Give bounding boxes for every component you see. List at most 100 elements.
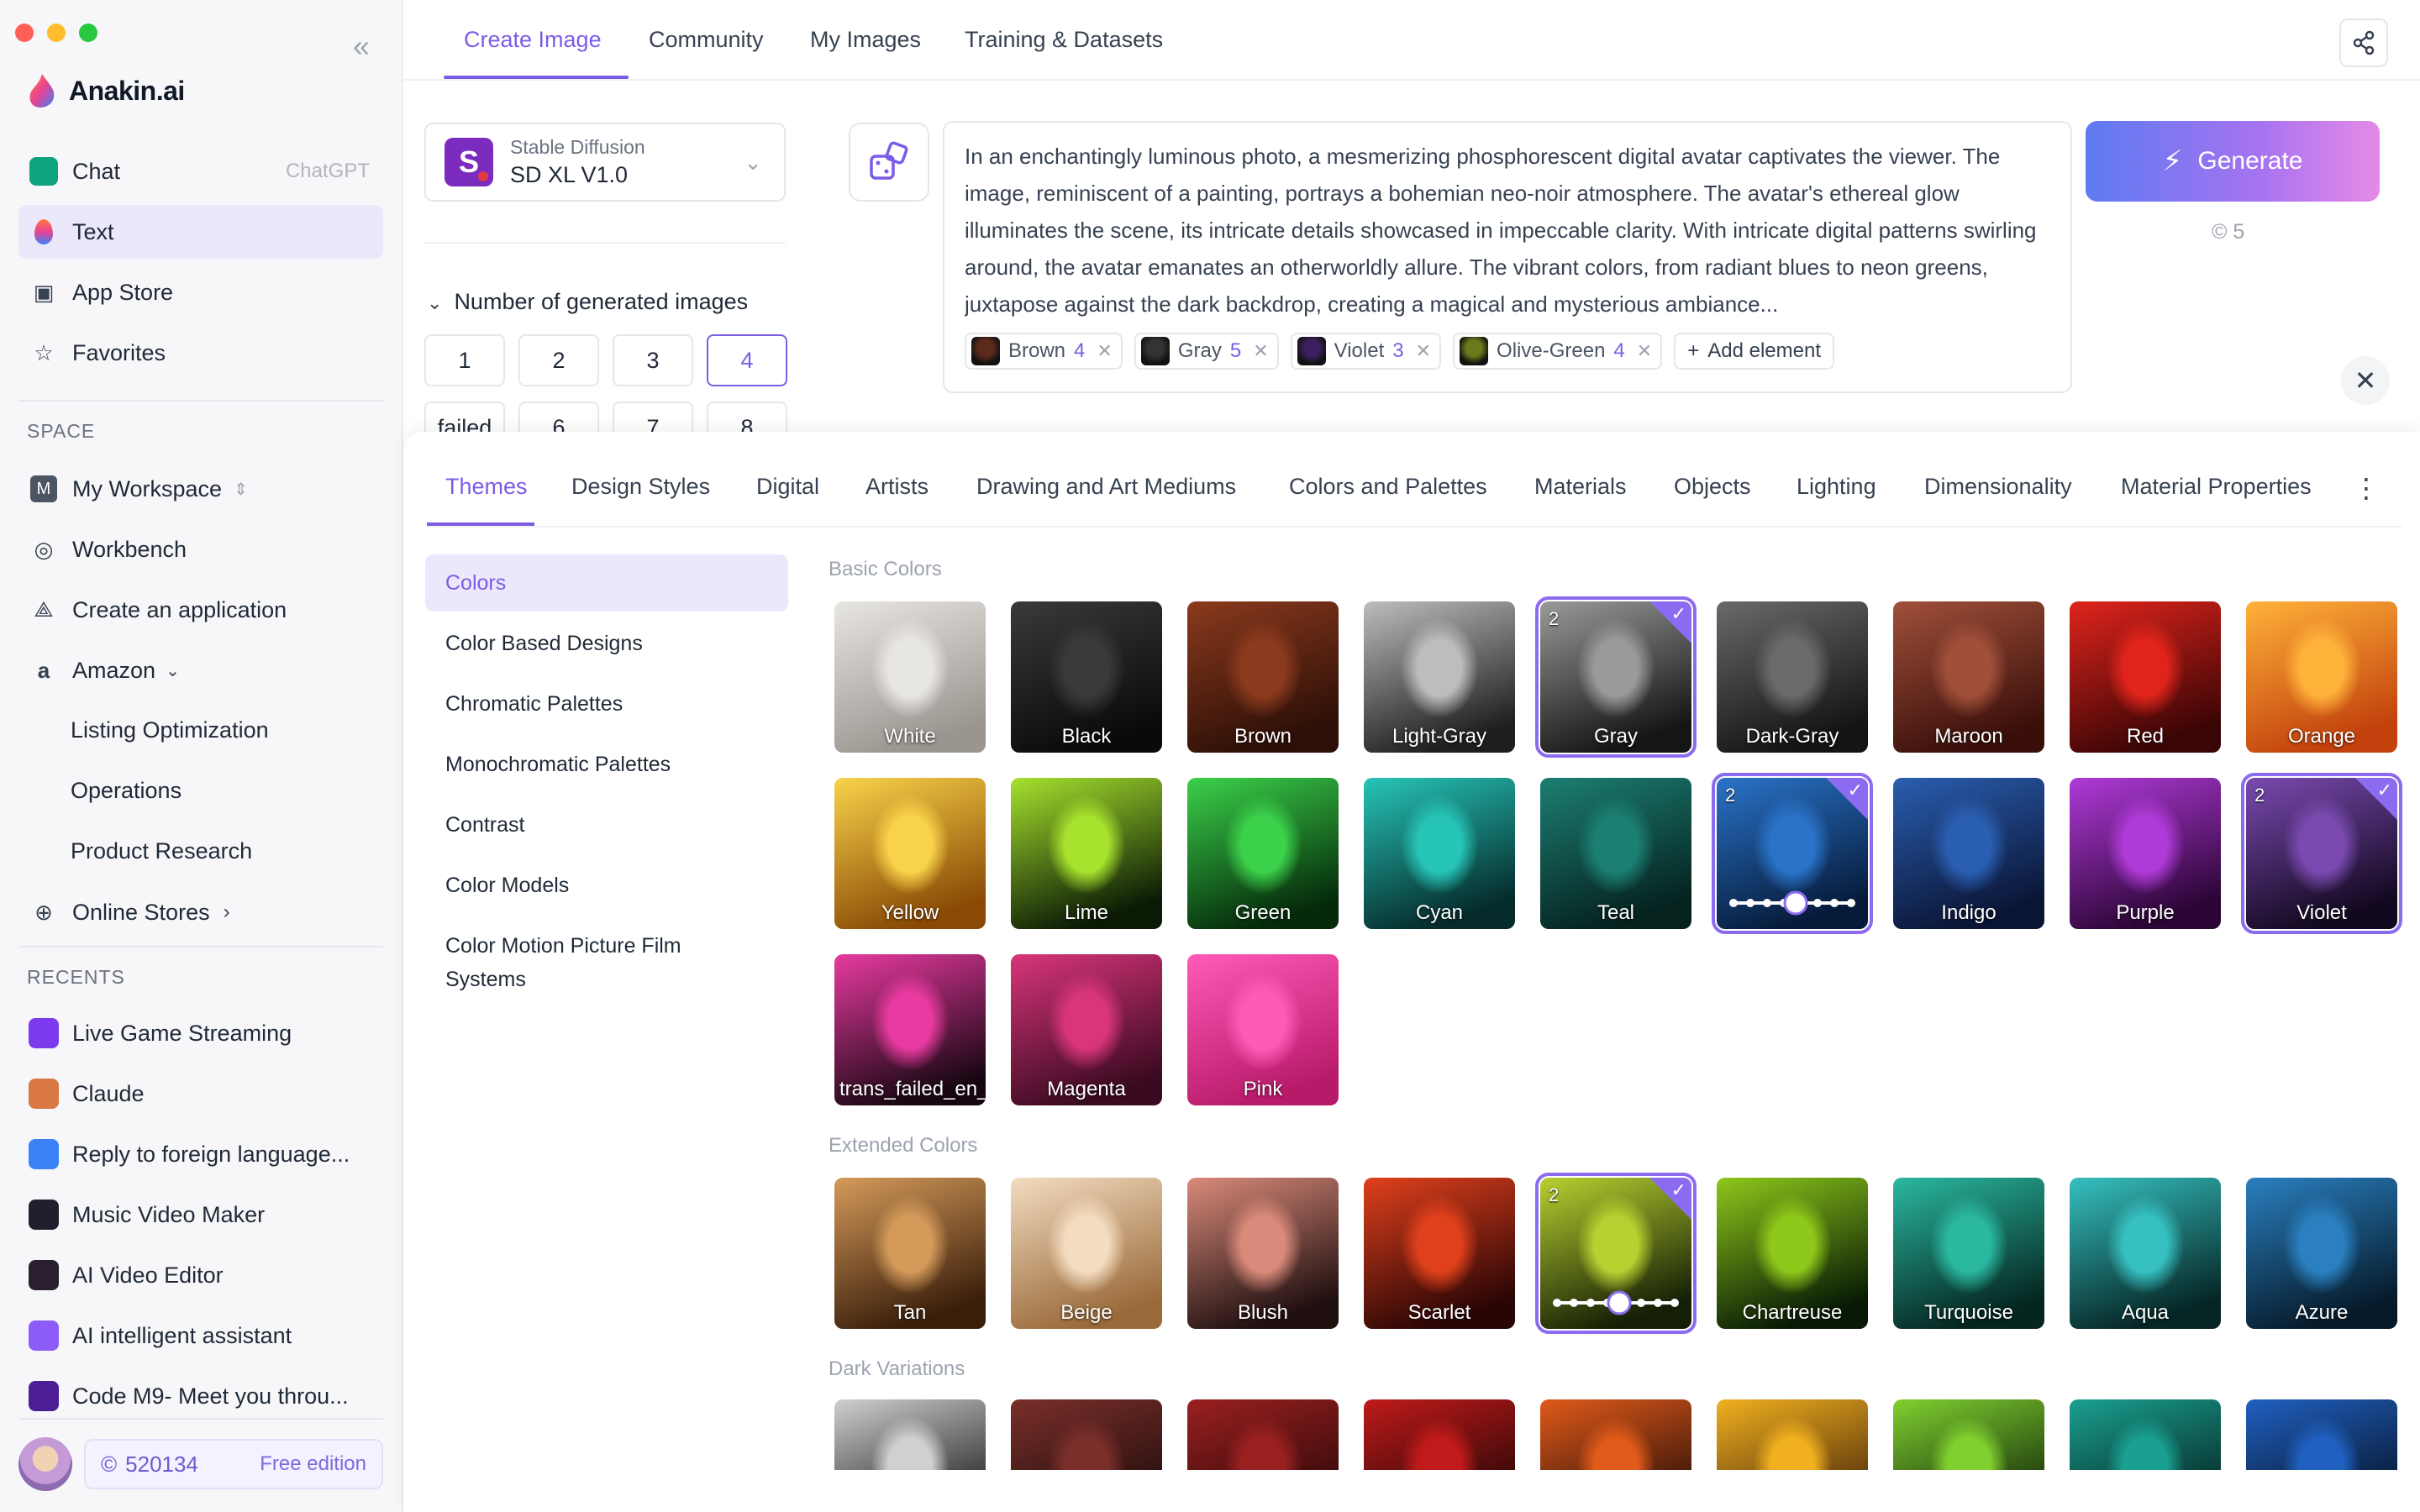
collapse-sidebar-icon[interactable]: « xyxy=(353,31,370,61)
element-tile[interactable]: trans_failed_en_Fuchsia xyxy=(834,954,986,1105)
recent-item[interactable]: Code M9- Meet you throu... xyxy=(18,1369,383,1423)
element-tile[interactable]: Azure xyxy=(2246,1178,2397,1329)
element-tile[interactable]: Green xyxy=(1187,778,1339,929)
element-tile[interactable]: Pink xyxy=(1187,954,1339,1105)
maximize-window-icon[interactable] xyxy=(79,24,97,42)
sub-category-item[interactable]: Monochromatic Palettes xyxy=(425,736,788,793)
recent-item[interactable]: AI Video Editor xyxy=(18,1248,383,1302)
sidebar-item-listing-optimization[interactable]: Listing Optimization xyxy=(71,717,269,743)
recent-item[interactable]: AI intelligent assistant xyxy=(18,1309,383,1362)
element-tile[interactable]: Black xyxy=(1011,601,1162,753)
element-tile[interactable]: Magenta xyxy=(1011,954,1162,1105)
category-tab[interactable]: Digital xyxy=(756,474,819,500)
prompt-text[interactable]: In an enchantingly luminous photo, a mes… xyxy=(965,138,2050,323)
element-tile[interactable]: 2 ✓ xyxy=(1712,773,1873,934)
element-tile[interactable]: Violet 2 ✓ xyxy=(2241,773,2402,934)
prompt-element-chip[interactable]: Brown 4 ✕ xyxy=(965,333,1123,370)
recent-item[interactable]: Claude xyxy=(18,1067,383,1121)
nav-item-online-stores[interactable]: ⊕ Online Stores › xyxy=(18,885,383,939)
credits-pill[interactable]: © 520134 Free edition xyxy=(84,1439,383,1489)
element-tile[interactable]: Cyan xyxy=(1364,778,1515,929)
num-images-label[interactable]: ⌄ Number of generated images xyxy=(427,289,748,315)
element-tile[interactable]: Dark-Gray xyxy=(1717,601,1868,753)
num-option-1[interactable]: 1 xyxy=(424,334,505,386)
remove-chip-icon[interactable]: ✕ xyxy=(1637,340,1652,362)
element-tile[interactable]: Blush xyxy=(1187,1178,1339,1329)
prompt-element-chip[interactable]: Violet 3 ✕ xyxy=(1290,333,1442,370)
prompt-element-chip[interactable]: Olive-Green 4 ✕ xyxy=(1453,333,1663,370)
nav-item-app-store[interactable]: ▣ App Store xyxy=(18,265,383,319)
weight-slider[interactable] xyxy=(1728,890,1856,916)
element-tile[interactable]: Tan xyxy=(834,1178,986,1329)
num-option-2[interactable]: 2 xyxy=(518,334,599,386)
prompt-input[interactable]: In an enchantingly luminous photo, a mes… xyxy=(943,121,2072,393)
sub-category-item[interactable]: Chromatic Palettes xyxy=(425,675,788,732)
element-tile[interactable]: Lime xyxy=(1011,778,1162,929)
element-tile[interactable]: Indigo xyxy=(1893,778,2044,929)
close-panel-button[interactable]: ✕ xyxy=(2341,356,2390,405)
generate-button[interactable]: ⚡ Generate xyxy=(2086,121,2380,202)
model-selector[interactable]: S Stable Diffusion SD XL V1.0 ⌄ xyxy=(424,123,786,202)
share-button[interactable] xyxy=(2339,18,2388,67)
element-tile[interactable]: 2 ✓ xyxy=(1535,1173,1697,1334)
num-option-3[interactable]: 3 xyxy=(613,334,693,386)
category-tab[interactable]: Themes xyxy=(445,474,528,500)
category-tab[interactable]: Drawing and Art Mediums xyxy=(976,474,1236,500)
tab-training-datasets[interactable]: Training & Datasets xyxy=(965,27,1163,53)
recent-item[interactable]: Music Video Maker xyxy=(18,1188,383,1242)
more-vertical-icon[interactable]: ⋮ xyxy=(2353,472,2380,504)
element-tile[interactable]: Scarlet xyxy=(1364,1178,1515,1329)
tab-my-images[interactable]: My Images xyxy=(810,27,921,53)
minimize-window-icon[interactable] xyxy=(47,24,66,42)
element-tile[interactable]: Teal xyxy=(1540,778,1691,929)
element-tile[interactable]: Red xyxy=(2070,601,2221,753)
element-tile[interactable]: Light-Gray xyxy=(1364,601,1515,753)
random-prompt-button[interactable] xyxy=(849,123,929,202)
remove-chip-icon[interactable]: ✕ xyxy=(1416,340,1431,362)
recent-item[interactable]: Live Game Streaming xyxy=(18,1006,383,1060)
element-tile[interactable]: Aqua xyxy=(2070,1178,2221,1329)
element-tile[interactable]: Orange xyxy=(2246,601,2397,753)
tab-community[interactable]: Community xyxy=(649,27,764,53)
element-tile[interactable]: Gray 2 ✓ xyxy=(1535,596,1697,758)
element-tile[interactable]: Purple xyxy=(2070,778,2221,929)
category-tab[interactable]: Material Properties xyxy=(2121,474,2312,500)
element-tile[interactable]: Brown xyxy=(1187,601,1339,753)
sub-category-item[interactable]: Color Models xyxy=(425,857,788,914)
brand[interactable]: Anakin.ai xyxy=(25,72,185,109)
add-element-button[interactable]: + Add element xyxy=(1674,333,1834,370)
nav-item-amazon[interactable]: a Amazon ⌄ xyxy=(18,643,383,697)
sub-category-item[interactable]: Color Based Designs xyxy=(425,615,788,672)
category-tab[interactable]: Objects xyxy=(1674,474,1751,500)
sub-category-item[interactable]: Colors xyxy=(425,554,788,612)
tab-create-image[interactable]: Create Image xyxy=(464,27,602,53)
sidebar-item-operations[interactable]: Operations xyxy=(71,778,182,804)
category-tab[interactable]: Materials xyxy=(1534,474,1627,500)
element-tile[interactable]: White xyxy=(834,601,986,753)
sub-category-item[interactable]: Color Motion Picture Film Systems xyxy=(425,917,711,1008)
prompt-element-chip[interactable]: Gray 5 ✕ xyxy=(1134,333,1279,370)
category-tab[interactable]: Design Styles xyxy=(571,474,710,500)
nav-item-workbench[interactable]: ◎ Workbench xyxy=(18,522,383,576)
nav-item-chat[interactable]: Chat ChatGPT xyxy=(18,144,383,198)
element-tile[interactable]: Turquoise xyxy=(1893,1178,2044,1329)
recent-item[interactable]: Reply to foreign language... xyxy=(18,1127,383,1181)
element-tile[interactable]: Beige xyxy=(1011,1178,1162,1329)
category-tab[interactable]: Lighting xyxy=(1797,474,1876,500)
num-option-4[interactable]: 4 xyxy=(707,334,787,386)
remove-chip-icon[interactable]: ✕ xyxy=(1097,340,1112,362)
close-window-icon[interactable] xyxy=(15,24,34,42)
nav-item-create-application[interactable]: ⟁ Create an application xyxy=(18,583,383,637)
element-tile[interactable]: Maroon xyxy=(1893,601,2044,753)
nav-item-favorites[interactable]: ☆ Favorites xyxy=(18,326,383,380)
category-tab[interactable]: Artists xyxy=(865,474,929,500)
sub-category-item[interactable]: Contrast xyxy=(425,796,788,853)
switch-workspace-icon[interactable]: ⇕ xyxy=(234,479,248,500)
element-tile[interactable]: Chartreuse xyxy=(1717,1178,1868,1329)
avatar[interactable] xyxy=(18,1437,72,1491)
nav-item-text[interactable]: Text xyxy=(18,205,383,259)
category-tab[interactable]: Dimensionality xyxy=(1924,474,2072,500)
category-tab[interactable]: Colors and Palettes xyxy=(1289,474,1487,500)
sidebar-item-product-research[interactable]: Product Research xyxy=(71,838,252,864)
remove-chip-icon[interactable]: ✕ xyxy=(1253,340,1268,362)
